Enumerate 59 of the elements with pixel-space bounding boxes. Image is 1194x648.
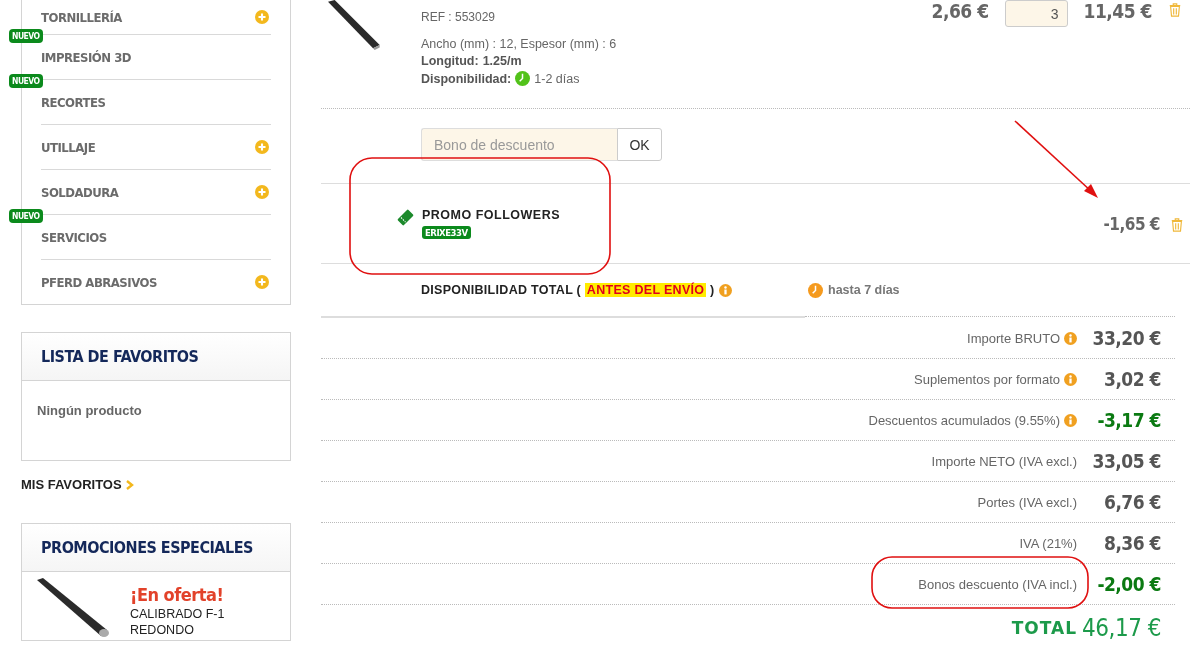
summary-value: 33,20 € xyxy=(1091,327,1162,349)
category-link[interactable]: IMPRESIÓN 3D xyxy=(41,49,131,65)
ok-button[interactable]: OK xyxy=(617,128,662,161)
promo-name: PROMO FOLLOWERS xyxy=(422,207,561,222)
summary-label: Suplementos por formato xyxy=(914,371,1060,387)
unit-price: 2,66 € xyxy=(931,0,989,22)
new-badge: NUEVO xyxy=(9,209,43,223)
summary-label: Importe BRUTO xyxy=(967,330,1060,346)
trash-icon[interactable] xyxy=(1168,2,1182,18)
summary-label: Importe NETO (IVA excl.) xyxy=(931,453,1077,469)
expand-icon[interactable] xyxy=(255,275,269,289)
availability-total-text: DISPONIBILIDAD TOTAL ( ANTES DEL ENVÍO ) xyxy=(421,283,715,297)
length-label: Longitud: xyxy=(421,54,479,68)
summary-value: 6,76 € xyxy=(1103,491,1162,513)
empty-message: Ningún producto xyxy=(37,403,142,418)
product-name[interactable]: CALIBRADO F-1 xyxy=(130,607,225,622)
promo-amount: -1,65 € xyxy=(1103,213,1160,234)
chevron-icon xyxy=(125,479,134,490)
new-badge: NUEVO xyxy=(9,29,43,43)
category-link[interactable]: UTILLAJE xyxy=(41,139,96,155)
product-name[interactable]: REDONDO xyxy=(130,623,225,638)
expand-icon[interactable] xyxy=(255,140,269,154)
favorites-title: LISTA DE FAVORITOS xyxy=(41,347,199,366)
summary-label: Portes (IVA excl.) xyxy=(977,494,1077,510)
favorites-link[interactable]: MIS FAVORITOS xyxy=(21,477,134,492)
summary-label: IVA (21%) xyxy=(1019,535,1077,551)
expand-icon[interactable] xyxy=(255,185,269,199)
promotions-title: PROMOCIONES ESPECIALES xyxy=(41,538,253,557)
trash-icon[interactable] xyxy=(1170,216,1184,233)
info-icon xyxy=(718,283,732,297)
category-link[interactable]: SOLDADURA xyxy=(41,184,119,200)
summary-label: Descuentos acumulados (9.55%) xyxy=(868,412,1060,428)
summary-value: 3,02 € xyxy=(1103,368,1162,390)
total-value: 46,17 € xyxy=(1081,613,1162,642)
availability-time: hasta 7 días xyxy=(828,283,900,297)
summary-value: 8,36 € xyxy=(1103,532,1162,554)
offer-label: ¡En oferta! xyxy=(130,584,225,606)
promo-code: ERIXE33V xyxy=(422,225,471,239)
availability-time: 1-2 días xyxy=(534,71,580,86)
quantity-field[interactable]: 3 xyxy=(1004,0,1068,27)
availability-label: Disponibilidad: xyxy=(421,71,512,86)
clock-icon xyxy=(515,71,531,86)
summary-value: 33,05 € xyxy=(1091,450,1162,472)
category-link[interactable]: RECORTES xyxy=(41,94,106,110)
summary-value: -2,00 € xyxy=(1096,573,1162,595)
product-dimensions: Ancho (mm) : 12, Espesor (mm) : 6 xyxy=(421,37,617,51)
clock-icon xyxy=(808,282,823,298)
expand-icon[interactable] xyxy=(255,10,269,24)
line-total: 11,45 € xyxy=(1083,0,1152,22)
summary-label: Bonos descuento (IVA incl.) xyxy=(918,576,1077,592)
total-label: TOTAL xyxy=(1011,617,1077,638)
category-link[interactable]: PFERD ABRASIVOS xyxy=(41,274,157,290)
product-ref: REF : 553029 xyxy=(421,10,497,24)
summary-value: -3,17 € xyxy=(1096,409,1162,431)
category-link[interactable]: SERVICIOS xyxy=(41,229,107,245)
coupon-field[interactable]: Bono de descuento xyxy=(421,128,617,161)
new-badge: NUEVO xyxy=(9,74,43,88)
length-value: 1.25/m xyxy=(482,54,522,68)
category-link[interactable]: TORNILLERÍA xyxy=(41,9,122,25)
